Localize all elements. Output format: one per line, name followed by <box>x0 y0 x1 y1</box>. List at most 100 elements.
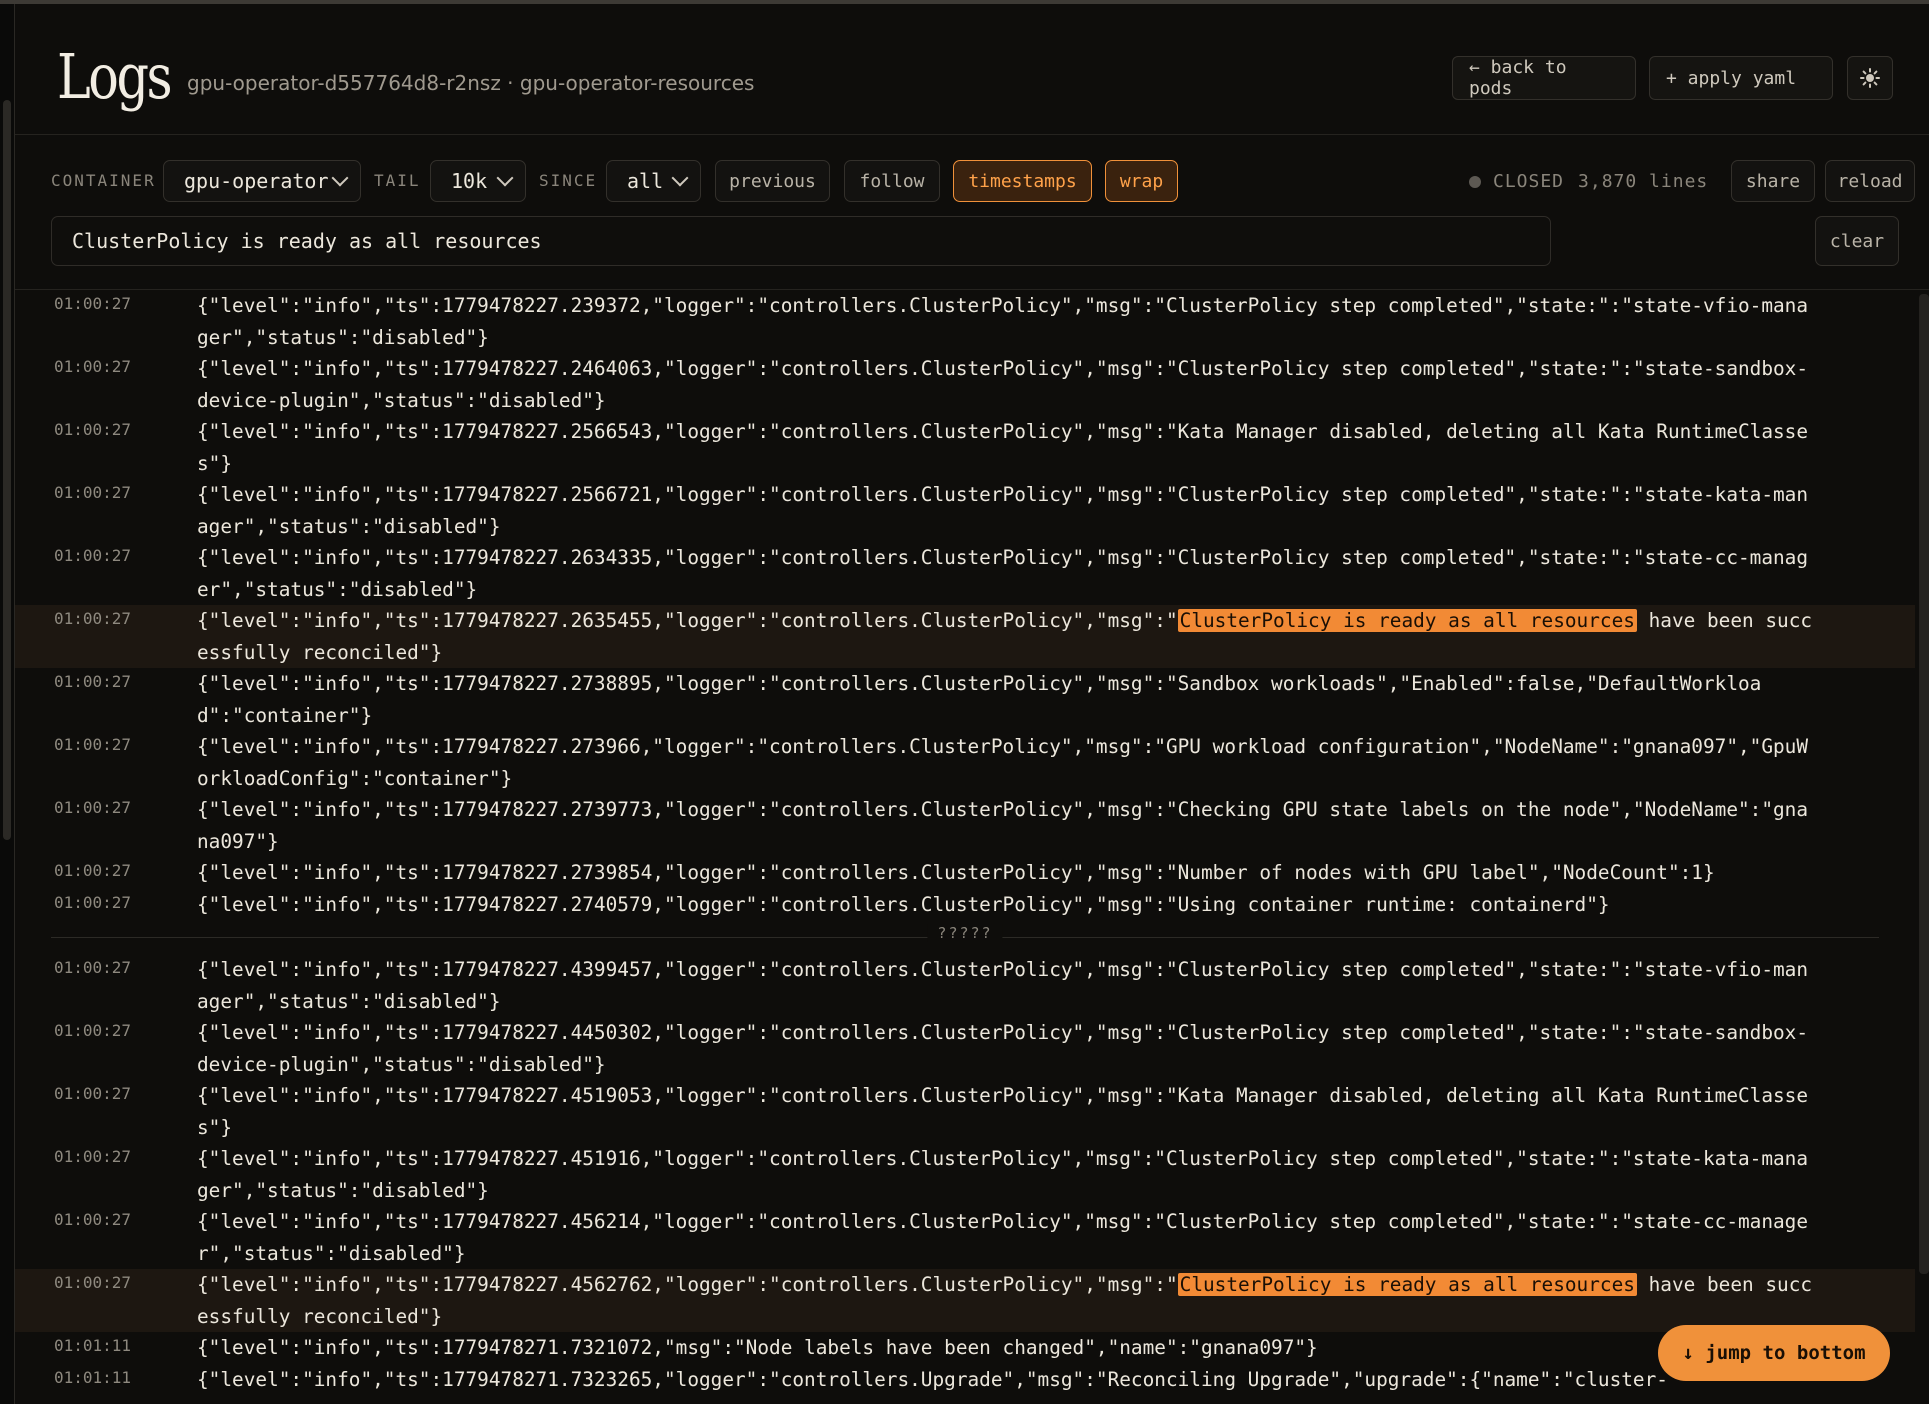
log-message: {"level":"info","ts":1779478227.2738895,… <box>197 672 1762 727</box>
log-message: {"level":"info","ts":1779478227.4399457,… <box>197 958 1809 1013</box>
left-scroll-rail[interactable] <box>0 4 15 1404</box>
log-message: {"level":"info","ts":1779478227.451916,"… <box>197 1147 1809 1202</box>
log-message: {"level":"info","ts":1779478227.456214,"… <box>197 1210 1809 1265</box>
log-timestamp: 01:01:11 <box>54 1336 132 1355</box>
left-scroll-thumb[interactable] <box>3 100 11 840</box>
log-timestamp: 01:00:27 <box>54 1210 132 1229</box>
chevron-down-icon <box>671 169 689 187</box>
log-line: 01:01:11 {"level":"info","ts":1779478271.… <box>15 1332 1915 1364</box>
tail-select-value: 10k <box>451 169 488 193</box>
log-message: {"level":"info","ts":1779478227.2740579,… <box>197 892 1610 916</box>
log-message: {"level":"info","ts":1779478227.2739773,… <box>197 798 1809 853</box>
log-message: {"level":"info","ts":1779478271.7321072,… <box>197 1336 1318 1359</box>
log-message: {"level":"info","ts":1779478227.239372,"… <box>197 294 1809 349</box>
log-line-match: 01:00:27 {"level":"info","ts":1779478227.… <box>15 605 1915 668</box>
log-line: 01:00:27 {"level":"info","ts":1779478227.… <box>15 794 1915 857</box>
apply-yaml-button[interactable]: + apply yaml <box>1649 56 1833 100</box>
log-line: 01:00:27 {"level":"info","ts":1779478227.… <box>15 889 1915 921</box>
log-gap-separator: ????? <box>15 920 1915 954</box>
log-message: {"level":"info","ts":1779478227.2566543,… <box>197 420 1809 475</box>
share-button[interactable]: share <box>1731 160 1815 202</box>
reload-button[interactable]: reload <box>1825 160 1915 202</box>
chevron-down-icon <box>331 169 349 187</box>
log-line: 01:00:27 {"level":"info","ts":1779478227.… <box>15 479 1915 542</box>
log-message: {"level":"info","ts":1779478227.4519053,… <box>197 1084 1809 1139</box>
log-line: 01:01:11 {"level":"info","ts":1779478271.… <box>15 1364 1915 1396</box>
log-toolbar: CONTAINER gpu-operator TAIL 10k SINCE al… <box>15 134 1929 290</box>
log-timestamp: 01:00:27 <box>54 958 132 977</box>
log-viewer[interactable]: 01:00:27 {"level":"info","ts":1779478227.… <box>15 290 1915 1404</box>
back-to-pods-button[interactable]: ← back to pods <box>1452 56 1636 100</box>
log-message: {"level":"info","ts":1779478227.2566721,… <box>197 483 1809 538</box>
log-timestamp: 01:01:11 <box>54 1367 132 1387</box>
log-message-pre: {"level":"info","ts":1779478227.4562762,… <box>197 1273 1178 1296</box>
log-line: 01:00:27 {"level":"info","ts":1779478227.… <box>15 353 1915 416</box>
log-timestamp: 01:00:27 <box>54 1147 132 1166</box>
log-timestamp: 01:00:27 <box>54 798 132 817</box>
log-line: 01:00:27 {"level":"info","ts":1779478227.… <box>15 1017 1915 1080</box>
log-message: {"level":"info","ts":1779478227.273966,"… <box>197 735 1809 790</box>
log-timestamp: 01:00:27 <box>54 735 132 754</box>
log-line: 01:00:27 {"level":"info","ts":1779478227.… <box>15 857 1915 889</box>
since-select-value: all <box>627 169 664 193</box>
log-message: {"level":"info","ts":1779478227.2635455,… <box>197 605 1817 668</box>
log-timestamp: 01:00:27 <box>54 1273 132 1292</box>
log-timestamp: 01:00:27 <box>54 420 132 439</box>
log-line: 01:00:27 {"level":"info","ts":1779478227.… <box>15 1143 1915 1206</box>
log-line: 01:00:27 {"level":"info","ts":1779478227.… <box>15 416 1915 479</box>
theme-toggle-button[interactable] <box>1847 56 1893 100</box>
clear-search-button[interactable]: clear <box>1815 216 1899 266</box>
log-line: 01:00:27 {"level":"info","ts":1779478227.… <box>15 1080 1915 1143</box>
log-line: 01:00:27 {"level":"info","ts":1779478227.… <box>15 954 1915 1017</box>
log-timestamp: 01:00:27 <box>54 1021 132 1040</box>
tail-label: TAIL <box>374 171 421 190</box>
container-label: CONTAINER <box>51 171 156 190</box>
log-line: 01:00:27 {"level":"info","ts":1779478227.… <box>15 542 1915 605</box>
log-message: {"level":"info","ts":1779478227.2634335,… <box>197 546 1809 601</box>
timestamps-toggle[interactable]: timestamps <box>953 160 1092 202</box>
log-message: {"level":"info","ts":1779478271.7323265,… <box>197 1367 1668 1391</box>
line-count: 3,870 lines <box>1578 171 1709 192</box>
log-message: {"level":"info","ts":1779478227.4450302,… <box>197 1021 1809 1076</box>
log-line: 01:00:27 {"level":"info","ts":1779478227.… <box>15 290 1915 353</box>
log-line-match: 01:00:27 {"level":"info","ts":1779478227.… <box>15 1269 1915 1332</box>
since-label: SINCE <box>539 171 598 190</box>
chevron-down-icon <box>496 169 514 187</box>
follow-toggle[interactable]: follow <box>844 160 940 202</box>
log-timestamp: 01:00:27 <box>54 672 132 691</box>
separator-label: ????? <box>927 924 1003 942</box>
log-message-pre: {"level":"info","ts":1779478227.2635455,… <box>197 609 1178 632</box>
log-timestamp: 01:00:27 <box>54 609 132 628</box>
container-select-value: gpu-operator <box>184 169 329 193</box>
log-timestamp: 01:00:27 <box>54 861 132 880</box>
pod-subtitle: gpu-operator-d557764d8-r2nsz · gpu-opera… <box>187 71 755 95</box>
log-line: 01:00:27 {"level":"info","ts":1779478227.… <box>15 1206 1915 1269</box>
tail-select[interactable]: 10k <box>430 160 526 202</box>
log-scrollbar[interactable] <box>1919 294 1929 1274</box>
log-timestamp: 01:00:27 <box>54 546 132 565</box>
page-header: Logs gpu-operator-d557764d8-r2nsz · gpu-… <box>15 4 1929 135</box>
log-line: 01:00:27 {"level":"info","ts":1779478227.… <box>15 668 1915 731</box>
log-line: 01:00:27 {"level":"info","ts":1779478227.… <box>15 731 1915 794</box>
since-select[interactable]: all <box>606 160 701 202</box>
log-search-input[interactable] <box>51 216 1551 266</box>
log-message: {"level":"info","ts":1779478227.2464063,… <box>197 357 1809 412</box>
sun-icon <box>1860 68 1880 88</box>
search-highlight: ClusterPolicy is ready as all resources <box>1177 1273 1637 1296</box>
stream-status: CLOSED 3,870 lines <box>1469 171 1708 192</box>
search-highlight: ClusterPolicy is ready as all resources <box>1177 609 1637 632</box>
container-select[interactable]: gpu-operator <box>163 160 361 202</box>
log-timestamp: 01:00:27 <box>54 892 132 912</box>
status-dot-icon <box>1469 175 1481 188</box>
previous-toggle[interactable]: previous <box>715 160 830 202</box>
log-message: {"level":"info","ts":1779478227.2739854,… <box>197 861 1715 884</box>
log-timestamp: 01:00:27 <box>54 294 132 313</box>
log-message: {"level":"info","ts":1779478227.4562762,… <box>197 1269 1817 1332</box>
wrap-toggle[interactable]: wrap <box>1105 160 1178 202</box>
page-title: Logs <box>57 40 173 113</box>
log-timestamp: 01:00:27 <box>54 357 132 376</box>
status-text: CLOSED <box>1493 171 1565 192</box>
log-timestamp: 01:00:27 <box>54 483 132 502</box>
jump-to-bottom-button[interactable]: ↓ jump to bottom <box>1658 1325 1890 1381</box>
main-panel: Logs gpu-operator-d557764d8-r2nsz · gpu-… <box>15 4 1929 1404</box>
